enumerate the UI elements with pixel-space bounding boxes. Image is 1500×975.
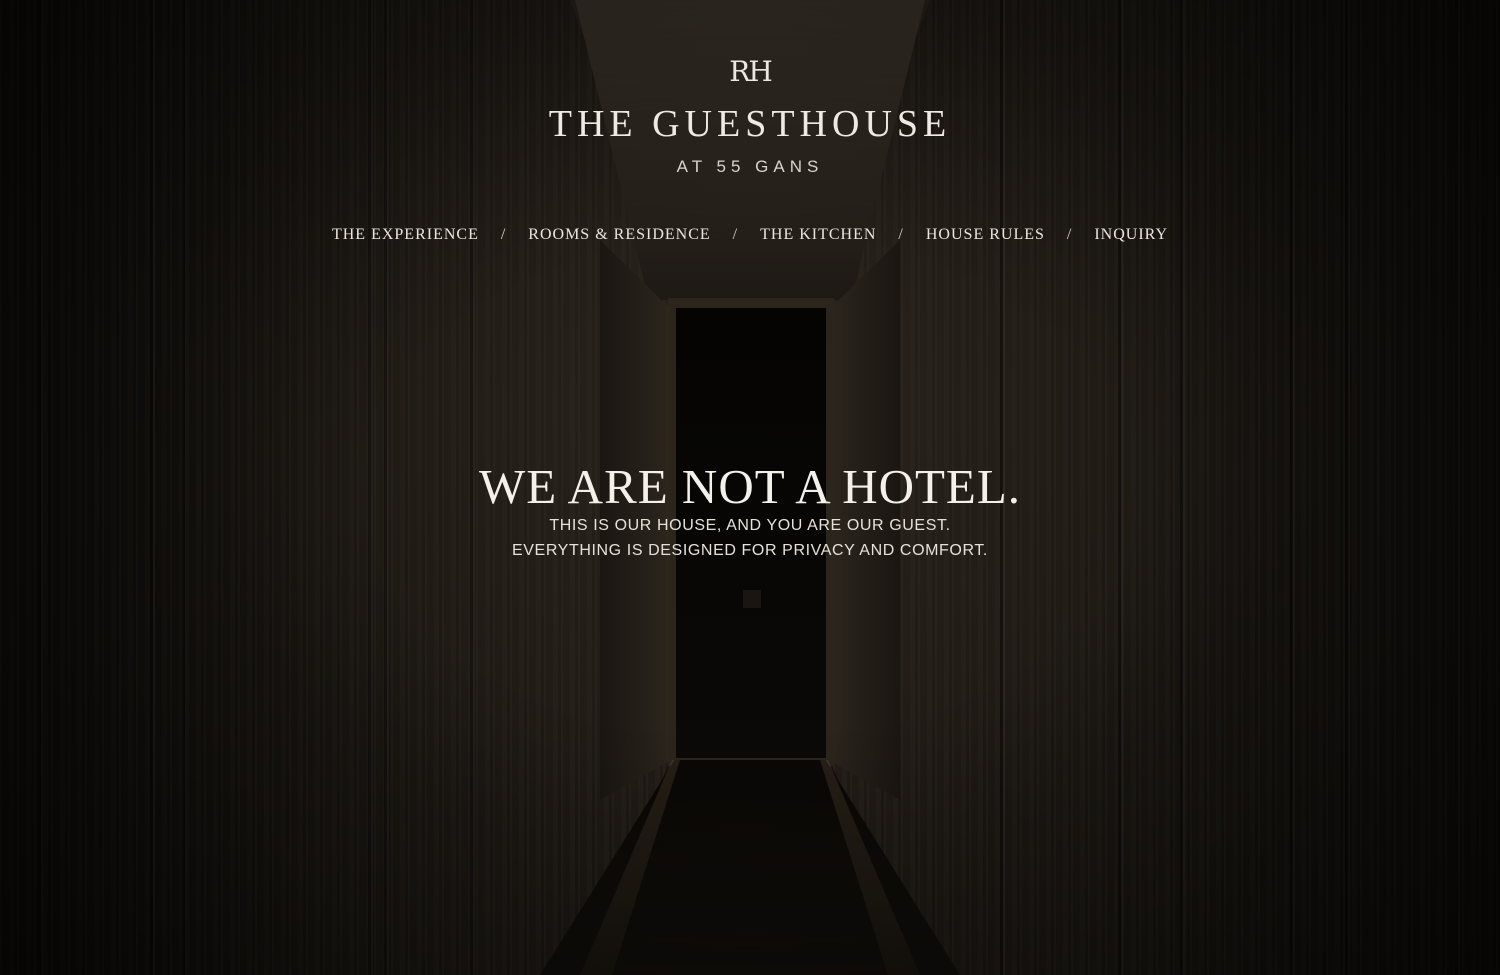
nav-separator: / <box>732 226 739 243</box>
corridor-ceiling <box>575 0 925 300</box>
door-detail <box>743 590 761 608</box>
nav-item-rooms-residence[interactable]: ROOMS & RESIDENCE <box>528 226 710 244</box>
nav-separator: / <box>898 226 904 243</box>
nav-item-inquiry[interactable]: INQUIRY <box>1094 226 1168 244</box>
nav-item-house-rules[interactable]: HOUSE RULES <box>926 226 1045 244</box>
hero-headline: WE ARE NOT A HOTEL. <box>478 459 1022 514</box>
page: RH THE GUESTHOUSE AT 55 GANS THE EXPERIE… <box>0 0 1500 975</box>
nav-separator: / <box>500 226 507 243</box>
brand-title[interactable]: THE GUESTHOUSE <box>0 102 1500 146</box>
nav-item-experience[interactable]: THE EXPERIENCE <box>332 226 479 244</box>
rh-monogram-logo[interactable]: RH <box>0 55 1500 88</box>
brand-subtitle: AT 55 GANS <box>676 157 824 176</box>
hero-tagline-line-2: EVERYTHING IS DESIGNED FOR PRIVACY AND C… <box>512 542 988 559</box>
hero-tagline-line-1: THIS IS OUR HOUSE, AND YOU ARE OUR GUEST… <box>549 517 951 534</box>
nav-separator: / <box>1066 226 1073 243</box>
main-nav: THE EXPERIENCE / ROOMS & RESIDENCE / THE… <box>0 226 1500 244</box>
nav-item-kitchen[interactable]: THE KITCHEN <box>760 226 876 244</box>
